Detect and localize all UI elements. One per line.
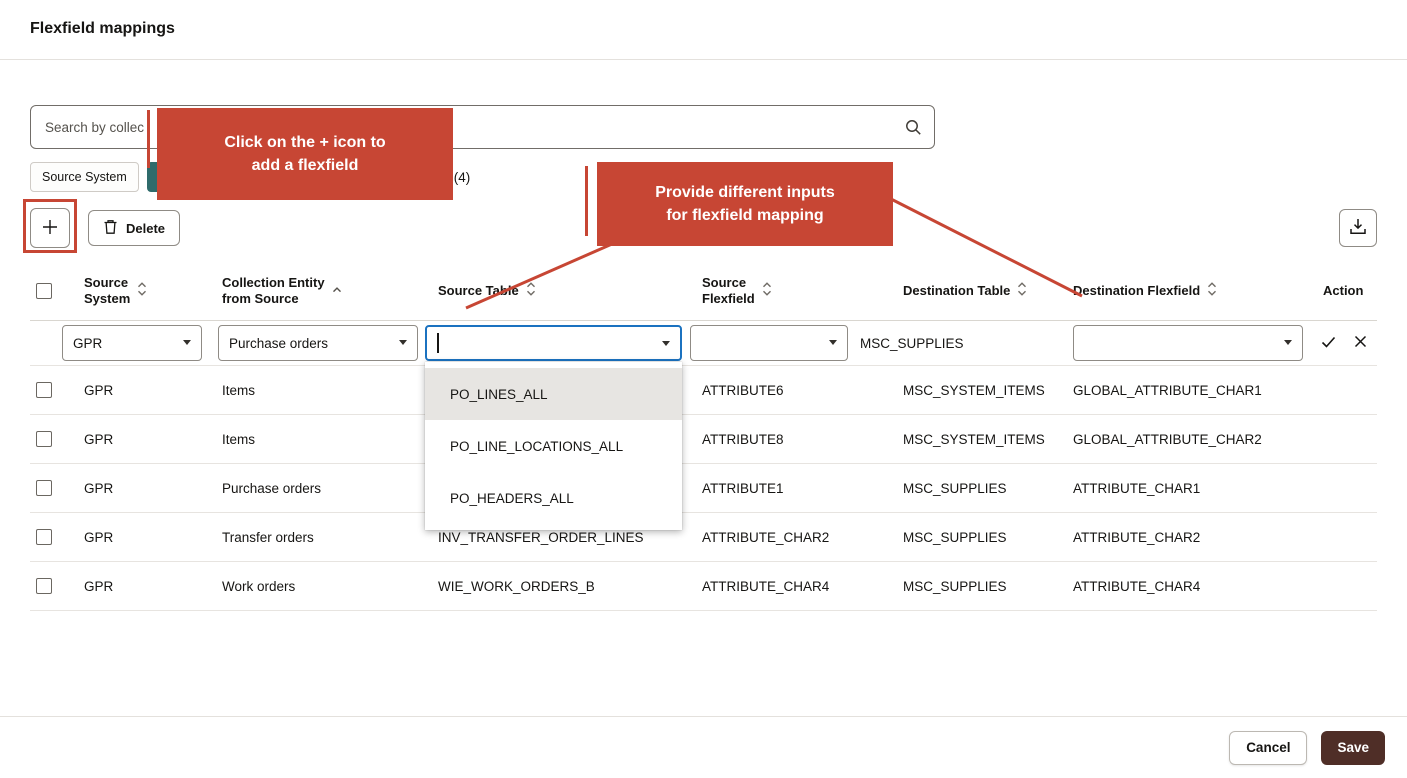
- cell-collection-entity: Purchase orders: [216, 481, 432, 496]
- chevron-down-icon: [399, 340, 407, 345]
- filter-chip-source-system[interactable]: Source System: [30, 162, 139, 192]
- cell-destination-flexfield: GLOBAL_ATTRIBUTE_CHAR1: [1067, 383, 1317, 398]
- cell-source-flexfield: ATTRIBUTE_CHAR4: [696, 579, 897, 594]
- cell-source-flexfield: ATTRIBUTE6: [696, 383, 897, 398]
- chevron-down-icon: [183, 340, 191, 345]
- cell-destination-flexfield: ATTRIBUTE_CHAR1: [1067, 481, 1317, 496]
- sort-icon[interactable]: [1017, 281, 1027, 301]
- cell-source-flexfield: ATTRIBUTE_CHAR2: [696, 530, 897, 545]
- dropdown-option[interactable]: PO_HEADERS_ALL: [425, 472, 682, 524]
- download-button[interactable]: [1339, 209, 1377, 247]
- footer-bar: Cancel Save: [0, 716, 1407, 778]
- table-row: GPR Items ATTRIBUTE6 MSC_SYSTEM_ITEMS GL…: [30, 366, 1377, 415]
- column-header-action: Action: [1317, 283, 1377, 299]
- edit-source-table-select[interactable]: [425, 325, 682, 361]
- text-caret: [437, 333, 439, 353]
- cell-source-system: GPR: [78, 530, 216, 545]
- sort-icon[interactable]: [526, 281, 536, 301]
- page-title: Flexfield mappings: [30, 20, 1377, 38]
- delete-button[interactable]: Delete: [88, 210, 180, 246]
- flexfield-mappings-page: Flexfield mappings Source System (4): [0, 0, 1407, 778]
- close-icon: [1354, 335, 1367, 351]
- cell-destination-table: MSC_SYSTEM_ITEMS: [897, 432, 1067, 447]
- select-all-cell: [30, 283, 78, 299]
- cell-collection-entity: Items: [216, 432, 432, 447]
- cell-source-flexfield: ATTRIBUTE8: [696, 432, 897, 447]
- checkmark-icon: [1320, 334, 1337, 353]
- select-all-checkbox[interactable]: [36, 283, 52, 299]
- cell-source-table: WIE_WORK_ORDERS_B: [432, 579, 696, 594]
- save-button[interactable]: Save: [1321, 731, 1385, 765]
- callout-add-flexfield: Click on the + icon to add a flexfield: [157, 108, 453, 200]
- delete-button-label: Delete: [126, 221, 165, 236]
- cancel-edit-button[interactable]: [1354, 335, 1367, 351]
- sort-asc-icon[interactable]: [332, 283, 342, 299]
- cell-destination-flexfield: ATTRIBUTE_CHAR2: [1067, 530, 1317, 545]
- row-checkbox[interactable]: [36, 480, 52, 496]
- filter-chip-label: Source System: [42, 170, 127, 184]
- row-checkbox[interactable]: [36, 529, 52, 545]
- dropdown-option[interactable]: PO_LINE_LOCATIONS_ALL: [425, 420, 682, 472]
- row-checkbox[interactable]: [36, 578, 52, 594]
- column-header-collection-entity[interactable]: Collection Entityfrom Source: [216, 275, 432, 308]
- row-checkbox[interactable]: [36, 382, 52, 398]
- row-checkbox[interactable]: [36, 431, 52, 447]
- chevron-down-icon: [829, 340, 837, 345]
- search-icon[interactable]: [904, 118, 922, 136]
- cell-destination-table: MSC_SYSTEM_ITEMS: [897, 383, 1067, 398]
- table-row: GPR Transfer orders INV_TRANSFER_ORDER_L…: [30, 513, 1377, 562]
- dropdown-option[interactable]: PO_LINES_ALL: [425, 368, 682, 420]
- source-table-dropdown: PO_LINES_ALL PO_LINE_LOCATIONS_ALL PO_HE…: [425, 362, 682, 530]
- edit-source-flexfield-select[interactable]: [690, 325, 848, 361]
- cell-collection-entity: Work orders: [216, 579, 432, 594]
- trash-icon: [103, 219, 118, 238]
- confirm-edit-button[interactable]: [1320, 334, 1337, 353]
- cell-source-table: INV_TRANSFER_ORDER_LINES: [432, 530, 696, 545]
- chevron-down-icon: [1284, 340, 1292, 345]
- table-row: GPR Items ATTRIBUTE8 MSC_SYSTEM_ITEMS GL…: [30, 415, 1377, 464]
- table-row: GPR Work orders WIE_WORK_ORDERS_B ATTRIB…: [30, 562, 1377, 611]
- table-header-row: SourceSystem Collection Entityfrom Sourc…: [30, 262, 1377, 321]
- sort-icon[interactable]: [762, 281, 772, 301]
- filter-result-count: (4): [454, 170, 471, 185]
- cell-source-system: GPR: [78, 481, 216, 496]
- column-header-source-system[interactable]: SourceSystem: [78, 275, 216, 308]
- cell-destination-flexfield: ATTRIBUTE_CHAR4: [1067, 579, 1317, 594]
- chevron-down-icon: [662, 341, 670, 346]
- cell-destination-table: MSC_SUPPLIES: [897, 481, 1067, 496]
- column-header-destination-flexfield[interactable]: Destination Flexfield: [1067, 281, 1317, 301]
- column-header-source-table[interactable]: Source Table: [432, 281, 696, 301]
- cell-destination-table: MSC_SUPPLIES: [897, 579, 1067, 594]
- cell-collection-entity: Transfer orders: [216, 530, 432, 545]
- cell-collection-entity: Items: [216, 383, 432, 398]
- cancel-button[interactable]: Cancel: [1229, 731, 1307, 765]
- edit-destination-table-value: MSC_SUPPLIES: [860, 336, 964, 351]
- cell-source-system: GPR: [78, 579, 216, 594]
- page-header: Flexfield mappings: [0, 0, 1407, 60]
- sort-icon[interactable]: [1207, 281, 1217, 301]
- cell-source-system: GPR: [78, 383, 216, 398]
- flexfield-mappings-table: SourceSystem Collection Entityfrom Sourc…: [30, 262, 1377, 611]
- cell-source-flexfield: ATTRIBUTE1: [696, 481, 897, 496]
- cell-source-system: GPR: [78, 432, 216, 447]
- edit-row: GPR Purchase orders: [30, 321, 1377, 366]
- cell-destination-flexfield: GLOBAL_ATTRIBUTE_CHAR2: [1067, 432, 1317, 447]
- edit-destination-flexfield-select[interactable]: [1073, 325, 1303, 361]
- column-header-source-flexfield[interactable]: SourceFlexfield: [696, 275, 897, 308]
- edit-source-system-select[interactable]: GPR: [62, 325, 202, 361]
- download-icon: [1349, 218, 1367, 238]
- table-row: GPR Purchase orders ATTRIBUTE1 MSC_SUPPL…: [30, 464, 1377, 513]
- cell-destination-table: MSC_SUPPLIES: [897, 530, 1067, 545]
- plus-button-highlight-rect: [23, 199, 77, 253]
- callout-provide-inputs: Provide different inputs for flexfield m…: [597, 162, 893, 246]
- column-header-destination-table[interactable]: Destination Table: [897, 281, 1067, 301]
- edit-collection-entity-select[interactable]: Purchase orders: [218, 325, 418, 361]
- sort-icon[interactable]: [137, 281, 147, 301]
